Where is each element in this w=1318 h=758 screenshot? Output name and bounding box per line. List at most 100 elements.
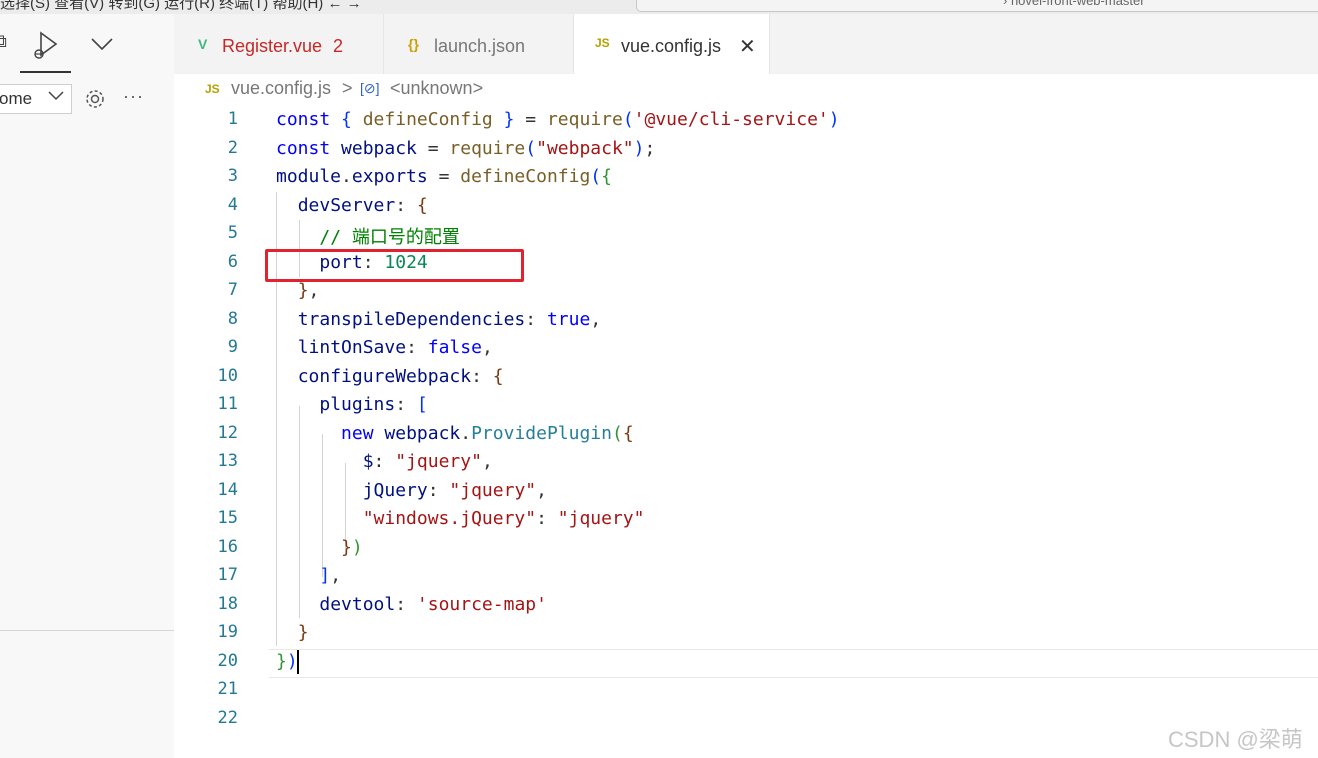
code-line[interactable]: } [276, 622, 309, 643]
code-line[interactable]: lintOnSave: false, [276, 337, 493, 358]
sidebar [0, 14, 174, 758]
run-debug-icon[interactable] [32, 30, 60, 65]
code-line[interactable]: ], [276, 565, 341, 586]
line-number: 5 [227, 223, 238, 243]
js-file-icon: JS [205, 82, 220, 96]
code-token: = [416, 137, 450, 159]
code-token: defineConfig [362, 109, 493, 130]
line-number: 17 [217, 565, 238, 585]
split-icon[interactable]: ⧉ [0, 31, 7, 52]
annotation-highlight-box [265, 249, 524, 282]
code-token: devServer [297, 194, 396, 216]
breadcrumb-file[interactable]: vue.config.js [231, 78, 331, 99]
code-token: ProvidePlugin [471, 422, 612, 444]
code-token: exports [351, 166, 428, 187]
code-token: , [536, 479, 547, 501]
code-token: . [460, 422, 472, 444]
line-number: 13 [217, 451, 238, 471]
code-token: ; [644, 137, 656, 159]
code-line[interactable]: const { defineConfig } = require('@vue/c… [276, 109, 840, 130]
line-number: 14 [217, 479, 238, 500]
tab-label: vue.config.js [621, 36, 722, 56]
code-line[interactable]: }, [276, 280, 320, 301]
code-token: , [590, 308, 602, 330]
code-token: } [276, 650, 287, 672]
code-token: configureWebpack [297, 365, 472, 387]
code-token: defineConfig [460, 166, 591, 187]
code-line[interactable]: }) [276, 651, 298, 672]
code-token: require [449, 137, 526, 159]
code-token: { [622, 422, 634, 444]
code-token: // 端口号的配置 [319, 227, 460, 248]
code-line[interactable]: // 端口号的配置 [276, 223, 460, 249]
code-token: ( [622, 109, 634, 130]
code-token: = [427, 166, 461, 187]
code-token: false [427, 337, 482, 358]
tab-register-vue[interactable]: V Register.vue 2 [174, 14, 384, 74]
command-center-search[interactable]: › novel-front-web-master [636, 0, 1318, 12]
code-token: ) [351, 536, 363, 558]
code-token: } [341, 536, 352, 558]
code-line[interactable]: jQuery: "jquery", [276, 480, 547, 501]
code-token: require [546, 109, 623, 130]
close-icon[interactable]: ✕ [739, 34, 756, 59]
code-token: : [525, 308, 547, 330]
code-line[interactable]: }) [276, 537, 363, 558]
sidebar-toolbar: ⧉ [0, 14, 174, 74]
code-token: "webpack" [536, 137, 634, 159]
code-line[interactable]: const webpack = require("webpack"); [276, 138, 655, 159]
code-token: . [341, 166, 352, 187]
code-line[interactable]: plugins: [ [276, 394, 427, 415]
line-number: 11 [217, 394, 238, 414]
more-icon[interactable]: ··· [123, 86, 144, 107]
code-token: , [481, 451, 493, 472]
code-token: ] [319, 565, 331, 586]
code-token: , [481, 337, 493, 358]
code-line[interactable]: "windows.jQuery": "jquery" [276, 508, 645, 529]
line-number: 7 [227, 280, 238, 300]
code-line[interactable]: configureWebpack: { [276, 366, 504, 387]
code-line[interactable]: devServer: { [276, 195, 428, 216]
line-number: 15 [217, 508, 238, 528]
breadcrumb-separator: > [342, 78, 353, 98]
text-cursor [297, 650, 299, 674]
code-token: , [330, 565, 342, 586]
code-token: : [395, 194, 417, 216]
code-token: module [276, 166, 342, 187]
launch-config-select[interactable]: ome [0, 84, 72, 114]
code-token: } [297, 622, 309, 643]
chevron-down-icon[interactable] [90, 36, 114, 57]
line-number: 19 [217, 622, 238, 642]
code-line[interactable]: new webpack.ProvidePlugin({ [276, 423, 634, 444]
code-editor[interactable]: 1 2 3 4 5 6 7 8 9 10 11 12 13 14 15 16 17 18 19 20 21 22 cons… [174, 106, 1318, 758]
line-number: 8 [227, 308, 238, 329]
code-token: "windows.jQuery" [362, 508, 537, 529]
line-number: 16 [217, 536, 238, 557]
code-line[interactable]: transpileDependencies: true, [276, 309, 601, 330]
breadcrumb-symbol[interactable]: <unknown> [390, 78, 483, 99]
code-line[interactable]: $: "jquery", [276, 451, 493, 472]
code-token: "jquery" [557, 508, 645, 529]
code-token: ( [525, 137, 537, 159]
tab-launch-json[interactable]: {} launch.json [384, 14, 574, 74]
tab-problem-badge: 2 [333, 36, 344, 56]
tab-vue-config-js[interactable]: JS vue.config.js ✕ [574, 14, 770, 74]
code-token: : [395, 394, 417, 415]
breadcrumb: JS vue.config.js > [⊘] <unknown> [174, 74, 1318, 106]
gear-icon[interactable] [84, 88, 106, 116]
menu-bar[interactable]: 选择(S) 查看(V) 转到(G) 运行(R) 终端(T) 帮助(H) ← → [0, 0, 362, 13]
command-center-text: › novel-front-web-master [1003, 0, 1145, 8]
code-token: : [427, 479, 450, 501]
code-token: } [492, 109, 515, 130]
code-token: } [297, 280, 309, 301]
line-number: 21 [217, 679, 238, 699]
code-line[interactable]: devtool: 'source-map' [276, 594, 547, 615]
code-line[interactable]: module.exports = defineConfig({ [276, 166, 612, 187]
code-token: { [341, 109, 363, 130]
code-token: lintOnSave [297, 337, 407, 358]
